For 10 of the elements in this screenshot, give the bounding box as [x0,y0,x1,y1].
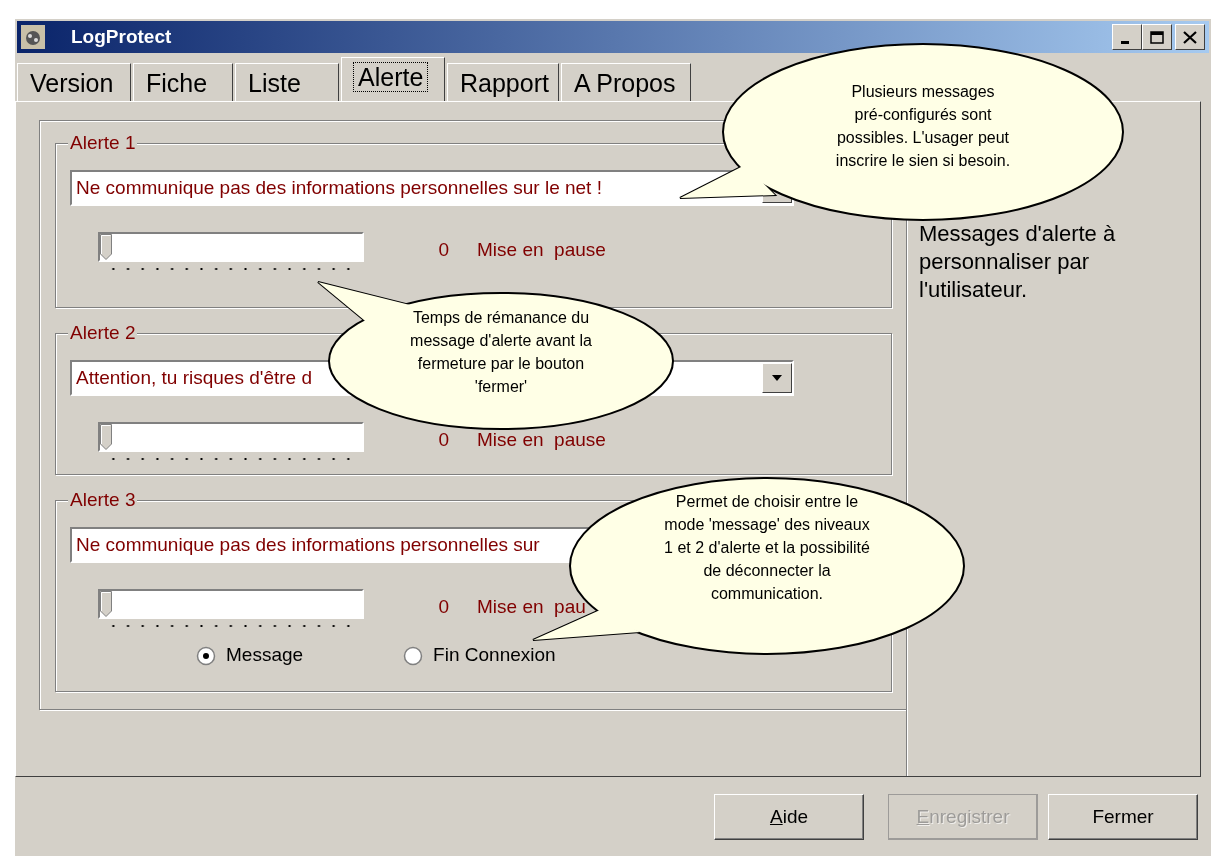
callout-tooltip: Temps de rémanance du message d'alerte avant la fermeture par le bouton 'fermer' [317,281,674,430]
status-label: Mise en pause [477,238,606,262]
slider-value: 0 [437,238,449,262]
slider-value: 0 [437,595,449,619]
slider-value: 0 [437,428,449,452]
window-title: LogProtect [71,24,172,49]
callout-tooltip: Plusieurs messages pré-configurés sont possibles. L'usager peut inscrire le sien si besoin. [679,43,1124,221]
status-label: Mise en pause [477,428,606,452]
status-label: Mise en pau [477,595,586,619]
description-text: Messages d'alerte à personnaliser par l'utilisateur. [919,220,1117,304]
